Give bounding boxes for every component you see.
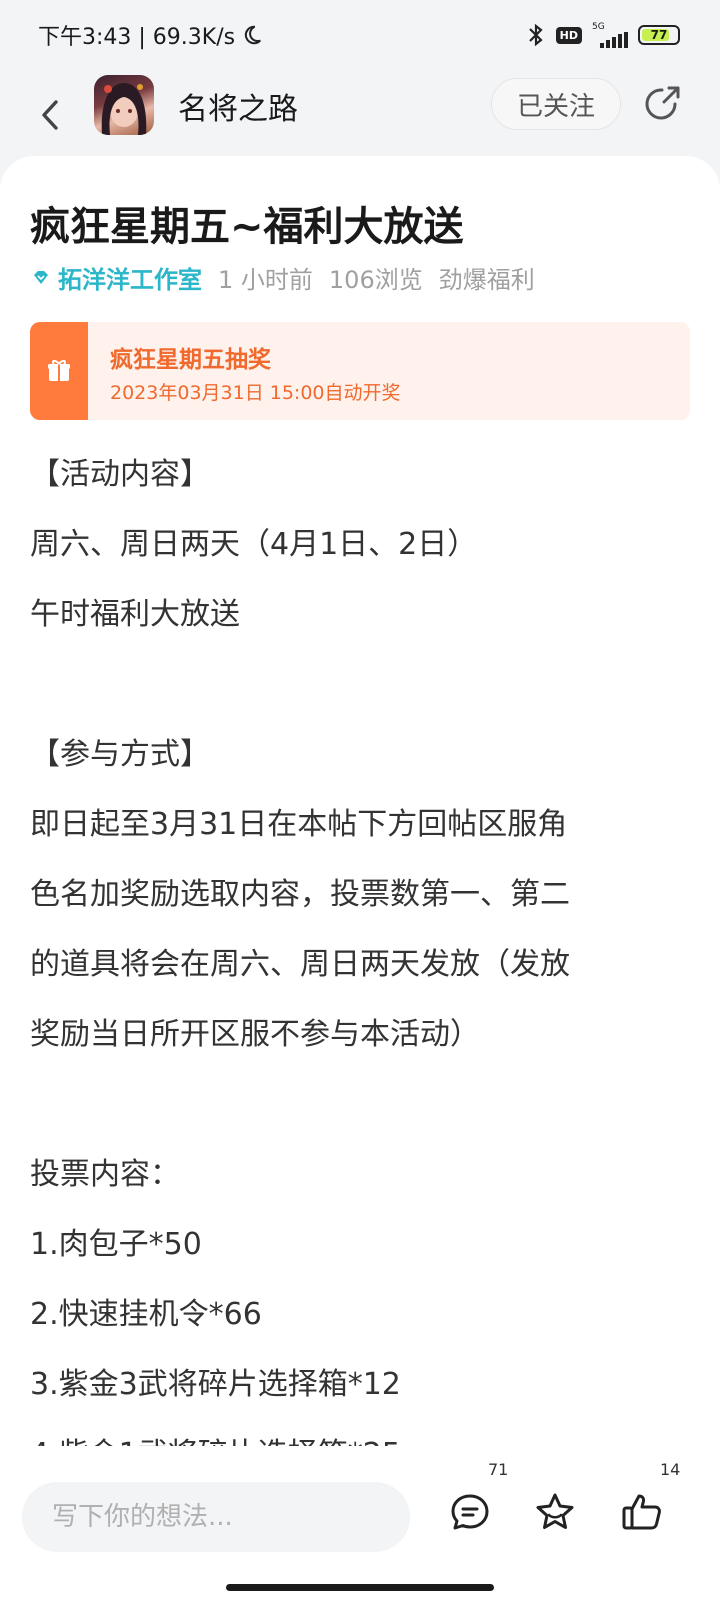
favorite-button[interactable]	[533, 1490, 577, 1534]
moon-icon	[244, 25, 262, 45]
back-icon[interactable]	[32, 92, 68, 138]
body-line: 奖励当日所开区服不参与本活动）	[30, 1017, 480, 1052]
post-body: 【活动内容】 周六、周日两天（4月1日、2日） 午时福利大放送 【参与方式】 即…	[30, 440, 690, 1490]
like-button[interactable]	[620, 1490, 664, 1534]
body-line: 周六、周日两天（4月1日、2日）	[30, 527, 478, 562]
lottery-subtitle: 2023年03月31日 15:00自动开奖	[110, 382, 401, 404]
status-right: HD 5G 77	[526, 21, 680, 48]
network-type: 5G	[592, 21, 605, 32]
body-line: 即日起至3月31日在本帖下方回帖区服角	[30, 807, 568, 842]
comment-input[interactable]	[22, 1482, 410, 1552]
home-indicator[interactable]	[226, 1584, 494, 1591]
status-bar: 下午3:43 | 69.3K/s HD 5G 77	[0, 0, 720, 70]
signal-icon	[600, 31, 628, 48]
post-title: 疯狂星期五~福利大放送	[30, 204, 464, 250]
gift-icon-box	[30, 322, 88, 420]
signal-indicator: 5G	[592, 21, 628, 48]
bluetooth-icon	[528, 23, 543, 47]
body-line: 色名加奖励选取内容，投票数第一、第二	[30, 877, 570, 912]
post-meta: 拓洋洋工作室 1 小时前 106浏览 劲爆福利	[30, 260, 535, 295]
lottery-title: 疯狂星期五抽奖	[110, 347, 271, 373]
battery-icon: 77	[638, 25, 680, 45]
status-time-speed: 下午3:43 | 69.3K/s	[38, 25, 236, 50]
post-time: 1 小时前	[218, 266, 313, 294]
body-line: 投票内容：	[30, 1157, 180, 1192]
body-line	[30, 650, 690, 720]
comment-icon	[451, 1494, 489, 1530]
battery-level: 77	[650, 28, 668, 42]
view-count: 106浏览	[328, 266, 423, 294]
header-title: 名将之路	[178, 92, 298, 127]
diamond-icon	[34, 270, 48, 284]
lottery-banner[interactable]: 疯狂星期五抽奖 2023年03月31日 15:00自动开奖	[30, 322, 690, 420]
author-name[interactable]: 拓洋洋工作室	[58, 260, 202, 295]
thumbs-up-icon	[622, 1494, 661, 1530]
post-card: 疯狂星期五~福利大放送 拓洋洋工作室 1 小时前 106浏览 劲爆福利 疯狂星期…	[0, 156, 720, 1600]
body-line: 【活动内容】	[30, 457, 210, 492]
gift-icon	[48, 360, 70, 381]
body-line	[30, 1070, 690, 1140]
bottom-bar: 71 14	[0, 1446, 720, 1600]
body-line: 2.快速挂机令*66	[30, 1297, 262, 1332]
status-left: 下午3:43 | 69.3K/s	[38, 19, 263, 51]
body-line: 3.紫金3武将碎片选择箱*12	[30, 1367, 401, 1402]
body-line: 【参与方式】	[30, 737, 210, 772]
body-line: 的道具将会在周六、周日两天发放（发放	[30, 947, 570, 982]
hd-badge: HD	[555, 26, 582, 44]
follow-button[interactable]: 已关注	[491, 78, 621, 130]
body-line: 1.肉包子*50	[30, 1227, 202, 1262]
post-tag[interactable]: 劲爆福利	[439, 260, 535, 295]
header: 名将之路 已关注	[0, 70, 720, 165]
comment-button[interactable]	[448, 1490, 492, 1534]
like-count: 14	[660, 1460, 681, 1479]
star-icon	[536, 1493, 574, 1529]
body-line: 午时福利大放送	[30, 597, 240, 632]
comment-count: 71	[488, 1460, 509, 1479]
share-icon[interactable]	[642, 84, 682, 124]
game-avatar[interactable]	[94, 75, 154, 135]
